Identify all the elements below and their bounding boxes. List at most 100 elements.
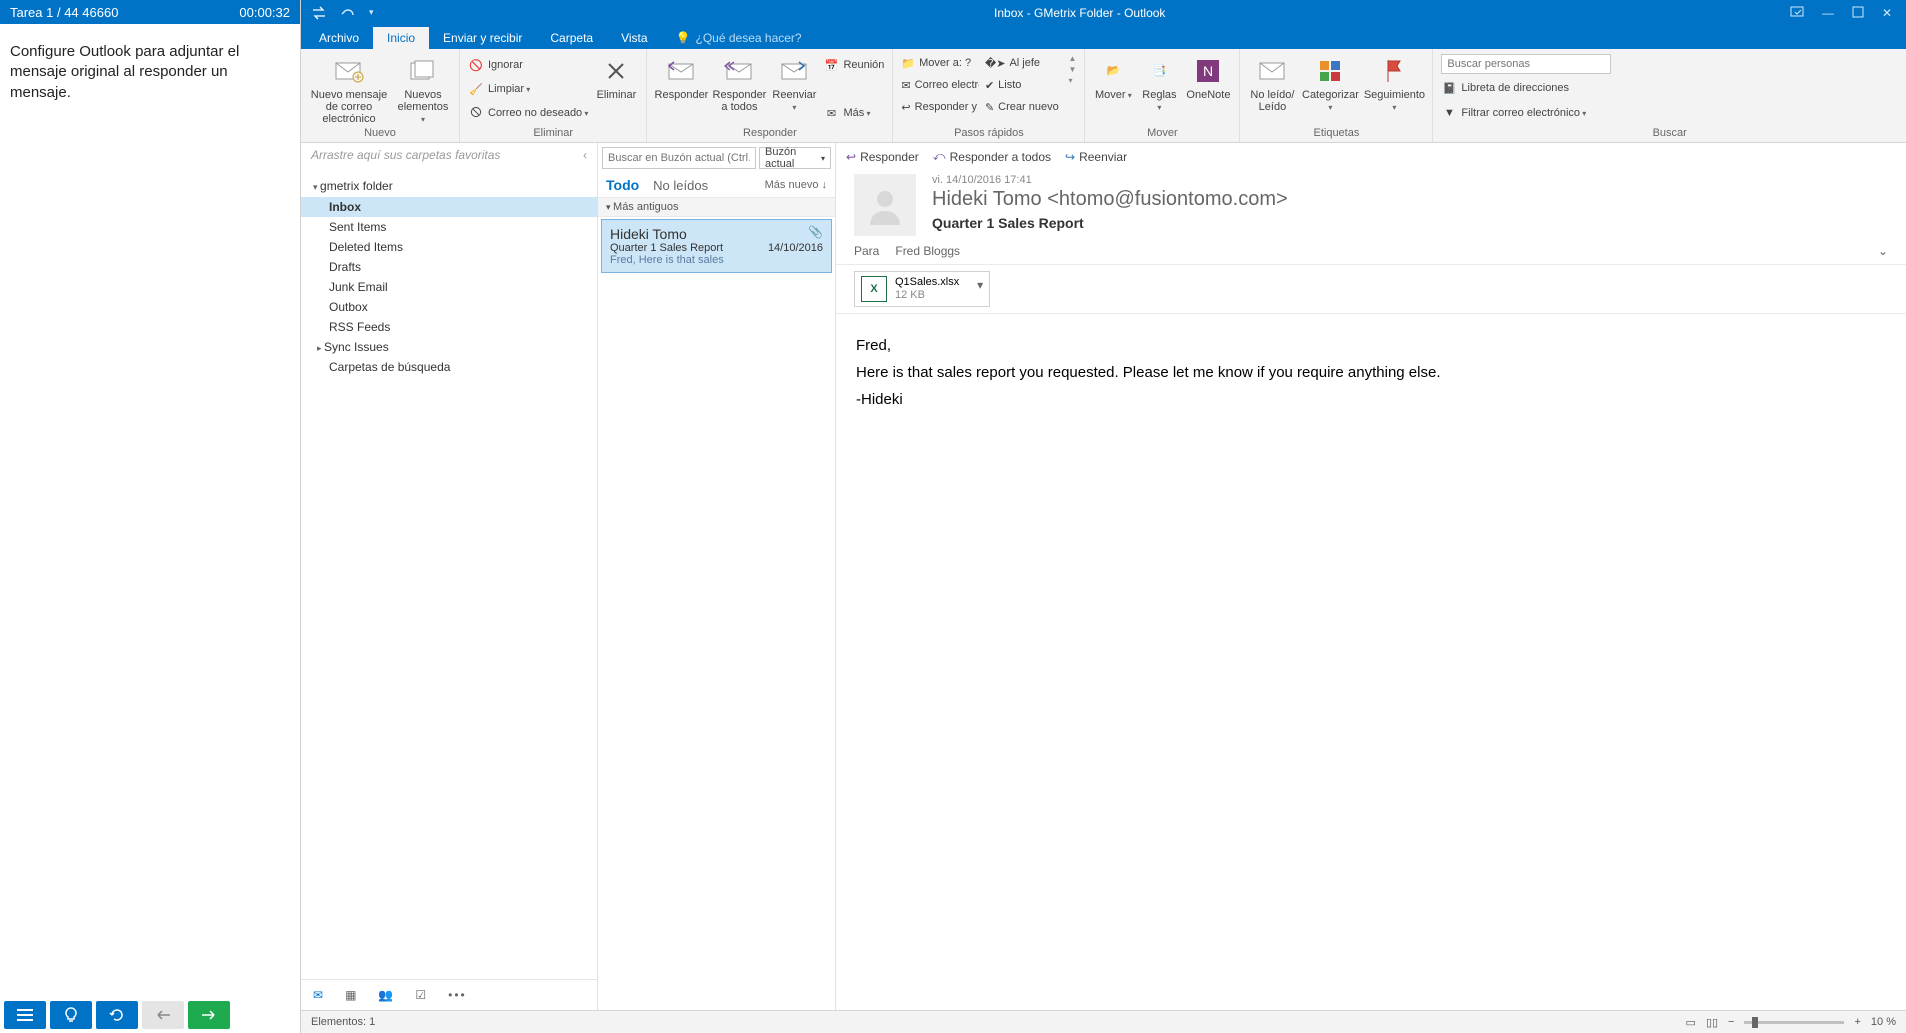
tab-enviar-recibir[interactable]: Enviar y recibir — [429, 27, 536, 49]
task-reset-button[interactable] — [96, 1001, 138, 1029]
forward-button[interactable]: Reenviar — [771, 52, 817, 113]
reply-small-icon: ↩ — [846, 150, 856, 164]
folder-sync-issues[interactable]: Sync Issues — [301, 337, 597, 357]
ribbon-group-buscar: 📓Libreta de direcciones ▼Filtrar correo … — [1433, 49, 1906, 142]
address-book-button[interactable]: 📓Libreta de direcciones — [1441, 77, 1611, 99]
new-items-button[interactable]: Nuevos elementos — [395, 52, 451, 125]
minimize-icon[interactable]: — — [1822, 6, 1834, 20]
message-body: Fred, Here is that sales report you requ… — [836, 314, 1906, 431]
message-group-header[interactable]: Más antiguos — [598, 197, 835, 217]
view-reading-icon[interactable]: ▯▯ — [1706, 1016, 1718, 1029]
ignore-button[interactable]: 🚫Ignorar — [468, 54, 588, 76]
nav-mail-icon[interactable]: ✉ — [313, 988, 323, 1002]
filter-email-button[interactable]: ▼Filtrar correo electrónico — [1441, 102, 1611, 124]
tab-carpeta[interactable]: Carpeta — [536, 27, 607, 49]
reply-all-icon — [723, 55, 755, 87]
tab-archivo[interactable]: Archivo — [305, 27, 373, 49]
forward-small-icon: ↪ — [1065, 150, 1075, 164]
delete-button[interactable]: Eliminar — [594, 52, 638, 101]
task-prev-button[interactable] — [142, 1001, 184, 1029]
qs-move-to[interactable]: 📁Mover a: ? — [901, 52, 979, 74]
new-items-icon — [407, 55, 439, 87]
meeting-button[interactable]: 📅Reunión — [823, 54, 884, 76]
zoom-out-icon[interactable]: − — [1728, 1016, 1734, 1028]
reply-all-small-icon: ⤺ — [933, 149, 946, 164]
inline-reply-button[interactable]: ↩Responder — [846, 149, 919, 164]
folder-junk[interactable]: Junk Email — [301, 277, 597, 297]
task-next-button[interactable] — [188, 1001, 230, 1029]
folder-deleted[interactable]: Deleted Items — [301, 237, 597, 257]
qs-done-label: Listo — [998, 79, 1021, 91]
attachment-dropdown-icon[interactable]: ▾ — [977, 278, 983, 292]
qs-reply-delete[interactable]: ↩Responder y eli… — [901, 96, 979, 118]
folder-outbox[interactable]: Outbox — [301, 297, 597, 317]
rules-button[interactable]: 📑Reglas — [1139, 52, 1179, 113]
search-mailbox-input[interactable] — [602, 147, 756, 169]
view-normal-icon[interactable]: ▭ — [1686, 1016, 1696, 1029]
qs-manager-label: Al jefe — [1009, 57, 1040, 69]
nav-people-icon[interactable]: 👥 — [378, 988, 393, 1002]
reply-all-label: Responder a todos — [713, 89, 767, 113]
zoom-in-icon[interactable]: + — [1854, 1016, 1860, 1028]
qs-scroll-up[interactable]: ▲ — [1069, 54, 1077, 63]
tell-me-search[interactable]: 💡 ¿Qué desea hacer? — [662, 27, 816, 49]
message-from: Hideki Tomo — [610, 226, 823, 242]
qs-gallery-expand[interactable]: ▾ — [1069, 76, 1077, 85]
filter-all[interactable]: Todo — [606, 177, 639, 193]
junk-button[interactable]: 🛇Correo no deseado — [468, 102, 588, 124]
qat-customize-icon[interactable]: ▾ — [369, 7, 374, 18]
qs-to-manager[interactable]: �➤Al jefe — [985, 52, 1063, 74]
nav-more-icon[interactable]: ••• — [448, 988, 467, 1002]
group-label-buscar: Buscar — [1441, 126, 1898, 142]
qat-send-receive-icon[interactable] — [311, 6, 327, 20]
tab-inicio[interactable]: Inicio — [373, 27, 429, 49]
folder-inbox[interactable]: Inbox — [301, 197, 597, 217]
zoom-slider[interactable] — [1744, 1021, 1844, 1024]
folder-root[interactable]: gmetrix folder — [301, 167, 597, 197]
attachment-chip[interactable]: X Q1Sales.xlsx 12 KB ▾ — [854, 271, 990, 307]
to-value: Fred Bloggs — [895, 244, 960, 258]
filter-unread[interactable]: No leídos — [653, 178, 708, 193]
folder-drafts[interactable]: Drafts — [301, 257, 597, 277]
move-button[interactable]: 📂Mover — [1093, 52, 1133, 101]
task-hint-button[interactable] — [50, 1001, 92, 1029]
inline-forward-button[interactable]: ↪Reenviar — [1065, 149, 1127, 164]
task-menu-button[interactable] — [4, 1001, 46, 1029]
onenote-button[interactable]: NOneNote — [1185, 52, 1231, 101]
search-people-input[interactable] — [1441, 54, 1611, 74]
followup-button[interactable]: Seguimiento — [1364, 52, 1424, 113]
ribbon-options-icon[interactable] — [1790, 6, 1804, 20]
meeting-label: Reunión — [843, 59, 884, 71]
qs-create-new[interactable]: ✎Crear nuevo — [985, 96, 1063, 118]
categorize-button[interactable]: Categorizar — [1302, 52, 1358, 113]
folder-search-folders[interactable]: Carpetas de búsqueda — [301, 357, 597, 377]
cleanup-button[interactable]: 🧹Limpiar — [468, 78, 588, 100]
new-email-button[interactable]: Nuevo mensaje de correo electrónico — [309, 52, 389, 125]
collapse-folder-pane-icon[interactable]: ‹ — [583, 148, 587, 162]
more-respond-button[interactable]: ✉Más — [823, 102, 884, 124]
qs-scroll-down[interactable]: ▼ — [1069, 65, 1077, 74]
reply-button[interactable]: Responder — [655, 52, 707, 101]
task-panel: Tarea 1 / 44 46660 00:00:32 Configure Ou… — [0, 0, 301, 1033]
ribbon-group-eliminar: 🚫Ignorar 🧹Limpiar 🛇Correo no deseado Eli… — [460, 49, 647, 142]
message-item[interactable]: 📎 Hideki Tomo Quarter 1 Sales Report Fre… — [601, 219, 832, 273]
search-scope-label: Buzón actual — [765, 146, 817, 170]
maximize-icon[interactable] — [1852, 6, 1864, 20]
expand-header-icon[interactable]: ⌄ — [1878, 244, 1888, 258]
reply-all-button[interactable]: Responder a todos — [713, 52, 765, 113]
folder-sent[interactable]: Sent Items — [301, 217, 597, 237]
tab-vista[interactable]: Vista — [607, 27, 661, 49]
search-scope-dropdown[interactable]: Buzón actual▾ — [759, 147, 831, 169]
qs-done[interactable]: ✔Listo — [985, 74, 1063, 96]
close-icon[interactable]: ✕ — [1882, 6, 1892, 20]
sort-dropdown[interactable]: Más nuevo ↓ — [765, 179, 827, 191]
folder-rss[interactable]: RSS Feeds — [301, 317, 597, 337]
read-unread-button[interactable]: No leído/ Leído — [1248, 52, 1296, 113]
nav-calendar-icon[interactable]: ▦ — [345, 988, 356, 1002]
qat-undo-icon[interactable] — [341, 7, 355, 19]
inline-reply-all-button[interactable]: ⤺Responder a todos — [933, 149, 1051, 164]
body-line-3: -Hideki — [856, 386, 1886, 413]
sender-avatar — [854, 174, 916, 236]
nav-tasks-icon[interactable]: ☑ — [415, 988, 426, 1002]
qs-team-email[interactable]: ✉Correo electróni… — [901, 74, 979, 96]
